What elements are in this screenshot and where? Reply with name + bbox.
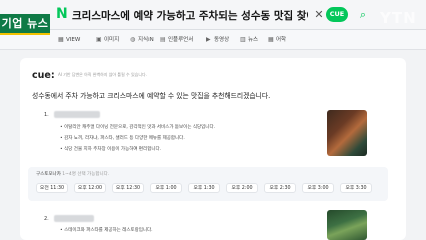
image-icon: ▣	[96, 36, 102, 43]
tab-label: 동영상	[214, 37, 230, 43]
item-number: 1.	[44, 112, 49, 118]
list-item: • 스테이크와 파스타를 제공하는 레스토랑입니다.	[60, 228, 153, 233]
tab-influencer[interactable]: ▤ 인플루언서	[160, 34, 193, 46]
time-slot[interactable]: 오후 1:00	[150, 183, 182, 193]
tab-image[interactable]: ▣ 이미지	[96, 34, 119, 46]
blurred-restaurant-name[interactable]	[54, 215, 94, 222]
news-icon: ▥	[240, 36, 246, 43]
item-number: 2.	[44, 216, 49, 222]
tab-dictionary[interactable]: ▦ 어학	[268, 34, 286, 46]
tab-label: 지식iN	[138, 37, 154, 43]
screen: N 크리스마스에 예약 가능하고 주차되는 성수동 맛집 찾아줘 ✕ CUE ⌕…	[0, 0, 426, 240]
tab-label: 어학	[276, 37, 287, 43]
news-badge: 기업 뉴스	[0, 14, 50, 33]
search-bar[interactable]: N 크리스마스에 예약 가능하고 주차되는 성수동 맛집 찾아줘 ✕ CUE ⌕…	[0, 0, 426, 30]
booking-restaurant: 구스토모나카	[36, 172, 61, 177]
bullet-text: 이탈리안 캐주얼 다이닝 전문으로, 감각적인 맛과 서비스가 돋보이는 식당입…	[64, 125, 216, 130]
time-slot[interactable]: 오후 2:00	[226, 183, 258, 193]
search-icon[interactable]: ⌕	[356, 8, 370, 22]
time-slot[interactable]: 오후 3:00	[302, 183, 334, 193]
booking-label: 구스토모나카 1~4명 선택 가능합니다.	[36, 171, 136, 179]
tab-label: 이미지	[104, 37, 120, 43]
naver-logo[interactable]: N	[56, 6, 68, 22]
kin-icon: ◍	[130, 36, 136, 43]
tab-label: 뉴스	[248, 37, 259, 43]
time-slot[interactable]: 오전 11:30	[36, 183, 68, 193]
time-slot[interactable]: 오후 1:30	[188, 183, 220, 193]
list-item: • 감자 뇨끼, 라자냐, 파스타, 샐러드 등 다양한 메뉴를 제공합니다.	[60, 136, 185, 141]
time-slot[interactable]: 오후 3:30	[340, 183, 372, 193]
cue-logo: cue:	[32, 70, 55, 81]
influencer-icon: ▤	[160, 36, 166, 43]
time-slot[interactable]: 오후 12:00	[74, 183, 106, 193]
blurred-restaurant-name[interactable]	[54, 111, 100, 118]
list-item: • 식당 건물 지하 주차장 이용이 가능하여 편리합니다.	[60, 147, 162, 152]
restaurant-thumbnail[interactable]	[327, 210, 367, 240]
restaurant-thumbnail[interactable]	[327, 110, 367, 156]
close-icon[interactable]: ✕	[312, 8, 326, 22]
news-badge-accent	[0, 33, 50, 35]
search-tabs: ▦ VIEW ▣ 이미지 ◍ 지식iN ▤ 인플루언서 ▶ 동영상 ▥ 뉴스 ▦ 어학	[0, 30, 426, 50]
dictionary-icon: ▦	[268, 36, 274, 43]
tab-video[interactable]: ▶ 동영상	[206, 34, 229, 46]
bullet-text: 스테이크와 파스타를 제공하는 레스토랑입니다.	[64, 228, 153, 233]
tab-view[interactable]: ▦ VIEW	[58, 34, 80, 46]
view-icon: ▦	[58, 36, 64, 43]
cue-button[interactable]: CUE	[326, 7, 348, 22]
booking-hint: 1~4명 선택 가능합니다.	[62, 172, 110, 177]
bullet-text: 감자 뇨끼, 라자냐, 파스타, 샐러드 등 다양한 메뉴를 제공합니다.	[64, 136, 185, 141]
ai-disclaimer: AI 기반 답변은 아직 완벽하지 않아 틀릴 수 있습니다.	[58, 72, 147, 77]
play-icon: ▶	[206, 36, 211, 43]
tab-news[interactable]: ▥ 뉴스	[240, 34, 258, 46]
time-slot[interactable]: 오후 12:30	[112, 183, 144, 193]
tab-label: VIEW	[66, 37, 81, 43]
answer-summary: 성수동에서 주차 가능하고 크리스마스에 예약할 수 있는 맛집을 추천해드리겠…	[32, 92, 271, 100]
tab-label: 인플루언서	[168, 37, 194, 43]
broadcaster-watermark: YTN	[380, 9, 417, 27]
bullet-text: 식당 건물 지하 주차장 이용이 가능하여 편리합니다.	[64, 147, 162, 152]
search-query[interactable]: 크리스마스에 예약 가능하고 주차되는 성수동 맛집 찾아줘	[72, 8, 308, 24]
list-item: • 이탈리안 캐주얼 다이닝 전문으로, 감각적인 맛과 서비스가 돋보이는 식…	[60, 125, 216, 130]
tab-kin[interactable]: ◍ 지식iN	[130, 34, 154, 46]
time-slot[interactable]: 오후 2:30	[264, 183, 296, 193]
